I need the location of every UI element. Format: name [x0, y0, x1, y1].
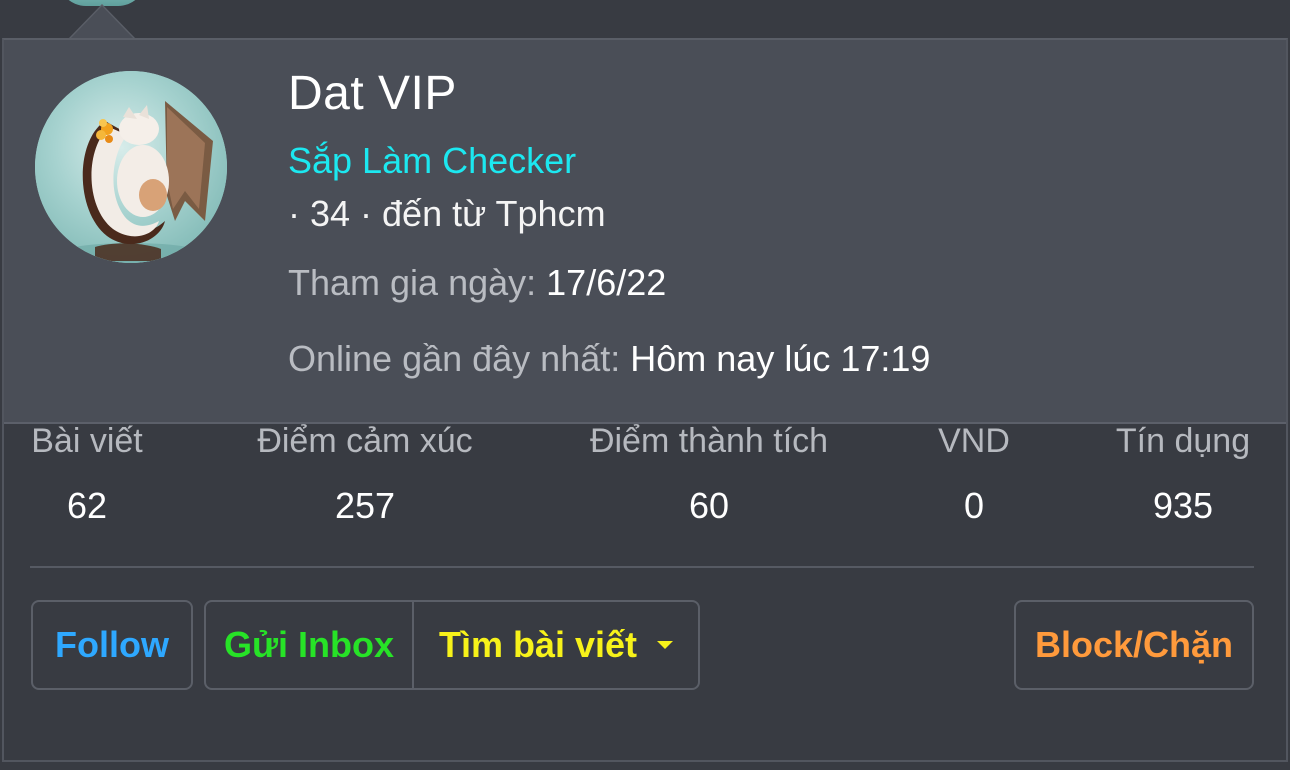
stat-value: 60 [688, 485, 730, 526]
stat-value: 257 [334, 485, 396, 526]
stat-value: 62 [66, 485, 108, 526]
member-header: Dat VIP Sắp Làm Checker · 34 · đến từ Tp… [4, 40, 1286, 424]
stat-value: 0 [963, 485, 985, 526]
stat-label: Điểm cảm xúc [257, 422, 473, 460]
online-value: Hôm nay lúc 17:19 [630, 338, 931, 379]
find-posts-label: Tìm bài viết [438, 624, 638, 665]
popover-arrow [70, 6, 134, 39]
stat-trophy-points[interactable]: Điểm thành tích 60 [580, 422, 838, 527]
follow-button[interactable]: Follow [31, 600, 193, 690]
last-online: Online gần đây nhất: Hôm nay lúc 17:19 [288, 338, 930, 380]
stats-divider [30, 566, 1254, 568]
send-inbox-button[interactable]: Gửi Inbox [206, 602, 414, 688]
user-title: Sắp Làm Checker [288, 140, 577, 181]
top-strip [0, 0, 1290, 38]
stat-value: 935 [1152, 485, 1214, 526]
stat-reactions[interactable]: Điểm cảm xúc 257 [250, 422, 480, 527]
joined-date: Tham gia ngày: 17/6/22 [288, 262, 666, 304]
user-meta: · 34 · đến từ Tphcm [288, 193, 606, 234]
stat-posts[interactable]: Bài viết 62 [28, 422, 146, 527]
member-stats: Bài viết 62 Điểm cảm xúc 257 Điểm thành … [0, 422, 1282, 542]
user-avatar[interactable] [35, 71, 227, 263]
stat-label: Điểm thành tích [589, 422, 829, 460]
block-button[interactable]: Block/Chặn [1014, 600, 1254, 690]
stat-credit: Tín dụng 935 [1112, 422, 1254, 527]
stat-label: Tín dụng [1115, 422, 1251, 460]
find-posts-dropdown[interactable]: Tìm bài viết [414, 602, 698, 688]
stat-vnd: VND 0 [936, 422, 1012, 527]
caret-down-icon [657, 641, 674, 649]
joined-label: Tham gia ngày: [288, 262, 537, 303]
joined-value: 17/6/22 [546, 262, 667, 303]
stat-label: VND [938, 422, 1010, 460]
stat-label: Bài viết [31, 422, 143, 460]
online-label: Online gần đây nhất: [288, 338, 621, 379]
action-button-group: Gửi Inbox Tìm bài viết [204, 600, 700, 690]
dragon-avatar-icon [35, 71, 227, 263]
username[interactable]: Dat VIP [288, 66, 457, 121]
